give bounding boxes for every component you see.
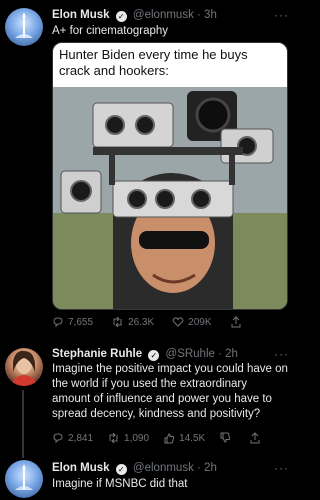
tweet-image[interactable]: Hunter Biden every time he buys crack an… <box>52 42 288 310</box>
reply-icon <box>53 317 63 328</box>
verified-badge-icon: ✓ <box>115 11 127 22</box>
camera-helmet-illustration <box>53 87 287 309</box>
like-button[interactable]: 209K <box>172 316 212 328</box>
reply-button[interactable]: 7,655 <box>52 316 93 328</box>
tweet-text: A+ for cinematography <box>52 25 169 37</box>
avatar[interactable] <box>5 348 43 386</box>
verified-badge-icon: ✓ <box>115 464 127 475</box>
share-button[interactable] <box>249 432 265 444</box>
tweet-elon-1[interactable]: Elon Musk ✓ @elonmusk · 3h ··· A+ for ci… <box>0 0 299 340</box>
like-button[interactable]: 14.5K <box>163 432 205 444</box>
timestamp[interactable]: · 3h <box>197 9 217 21</box>
author-handle[interactable]: @elonmusk <box>133 462 194 474</box>
more-icon[interactable]: ··· <box>274 461 289 475</box>
author-handle[interactable]: @SRuhle <box>166 348 215 360</box>
retweet-count: 1,090 <box>124 432 150 444</box>
tweet-header: Elon Musk ✓ @elonmusk · 3h <box>52 9 217 22</box>
tweet-header: Stephanie Ruhle ✓ @SRuhle · 2h <box>52 348 238 361</box>
retweet-button[interactable]: 1,090 <box>107 432 149 444</box>
author-name[interactable]: Stephanie Ruhle <box>52 348 142 360</box>
tweet-text: Imagine the positive impact you could ha… <box>52 363 288 420</box>
more-icon[interactable]: ··· <box>274 347 289 361</box>
dislike-icon <box>220 432 231 443</box>
tweet-actions: 2,841 1,090 14.5K <box>52 432 283 444</box>
like-icon <box>172 317 184 327</box>
like-icon <box>164 433 175 444</box>
timestamp[interactable]: · 2h <box>218 348 238 360</box>
reply-icon <box>53 433 63 444</box>
reply-button[interactable]: 2,841 <box>52 432 93 444</box>
retweet-count: 26.3K <box>128 316 155 328</box>
like-count: 14.5K <box>179 432 206 444</box>
retweet-icon <box>113 316 122 328</box>
share-icon <box>231 316 241 328</box>
tweet-text: Imagine if MSNBC did that <box>52 478 188 490</box>
share-icon <box>250 432 260 444</box>
reply-count: 2,841 <box>68 432 94 444</box>
reply-count: 7,655 <box>68 316 94 328</box>
author-handle[interactable]: @elonmusk <box>133 9 194 21</box>
tweet-header: Elon Musk ✓ @elonmusk · 2h <box>52 462 217 475</box>
tweet-elon-2[interactable]: Elon Musk ✓ @elonmusk · 2h ··· Imagine i… <box>0 452 299 500</box>
tweet-actions: 7,655 26.3K 209K <box>52 316 264 328</box>
avatar[interactable] <box>5 8 43 46</box>
author-name[interactable]: Elon Musk <box>52 462 110 474</box>
avatar[interactable] <box>5 460 43 498</box>
dislike-button[interactable] <box>219 432 235 444</box>
verified-badge-icon: ✓ <box>148 350 160 361</box>
like-count: 209K <box>188 316 212 328</box>
thread-line <box>22 390 24 458</box>
more-icon[interactable]: ··· <box>274 8 289 22</box>
retweet-button[interactable]: 26.3K <box>111 316 154 328</box>
author-name[interactable]: Elon Musk <box>52 9 110 21</box>
timestamp[interactable]: · 2h <box>197 462 217 474</box>
share-button[interactable] <box>230 316 246 328</box>
retweet-icon <box>109 432 118 444</box>
tweet-stephanie[interactable]: Stephanie Ruhle ✓ @SRuhle · 2h ··· Imagi… <box>0 340 299 458</box>
